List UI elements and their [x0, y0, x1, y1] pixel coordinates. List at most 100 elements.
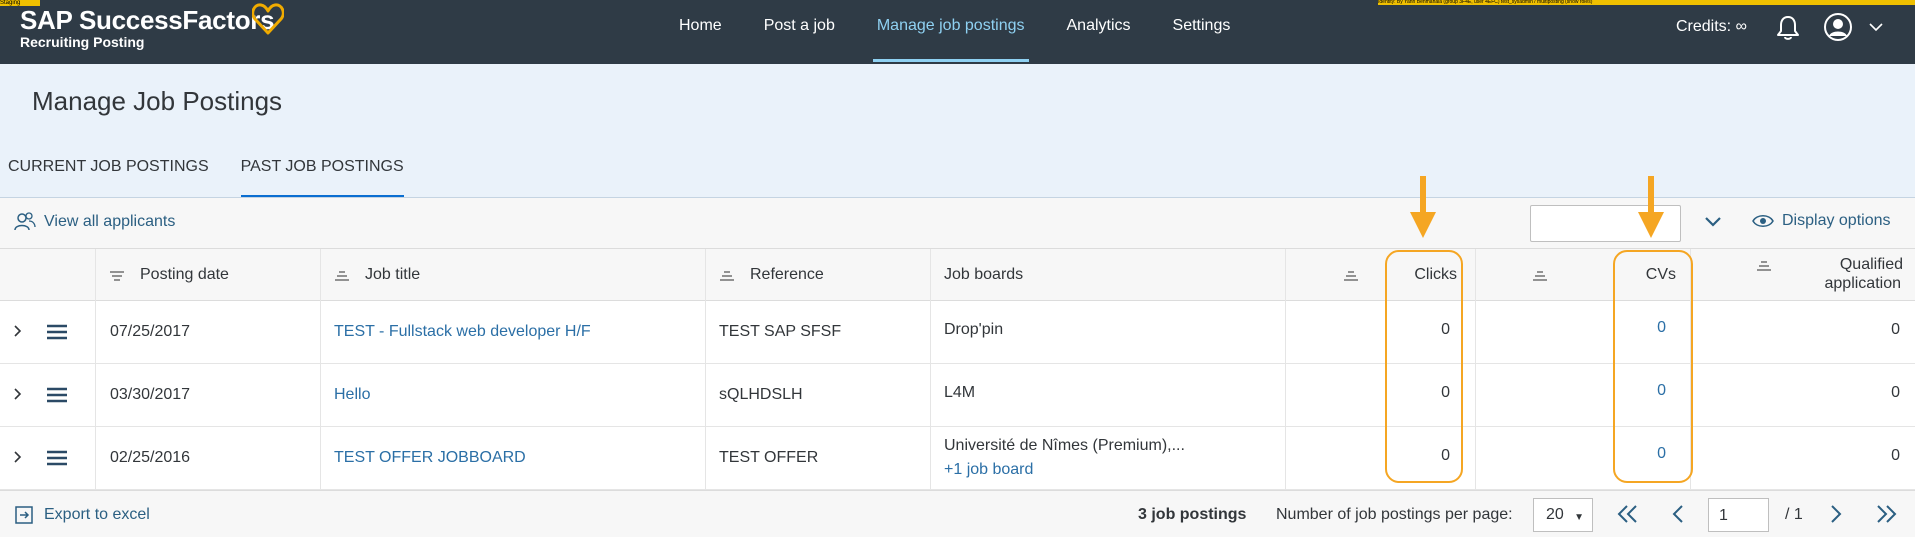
- job-boards-value: Drop'pin: [944, 321, 1004, 338]
- nav-analytics[interactable]: Analytics: [1046, 0, 1152, 64]
- row-actions: [0, 427, 95, 490]
- header-job-title[interactable]: Job title: [320, 249, 705, 301]
- credits-indicator: Credits: ∞: [1676, 18, 1747, 35]
- expand-filters-chevron-icon[interactable]: [1703, 212, 1723, 232]
- header-label: Reference: [750, 266, 824, 283]
- export-to-excel-link[interactable]: Export to excel: [14, 505, 150, 525]
- posting-date-cell: 07/25/2017: [95, 301, 320, 364]
- first-page-icon[interactable]: [1616, 503, 1640, 525]
- postings-count: 3 job postings: [1138, 506, 1247, 523]
- cvs-cell: 0: [1475, 364, 1690, 427]
- header-qualified-application[interactable]: Qualified application: [1690, 249, 1915, 301]
- clicks-cell: 0: [1285, 364, 1475, 427]
- reference-value: sQLHDSLH: [719, 386, 803, 403]
- job-title-link[interactable]: TEST - Fullstack web developer H/F: [334, 323, 591, 341]
- header-cvs[interactable]: CVs: [1475, 249, 1690, 301]
- header-label: Posting date: [140, 266, 229, 283]
- tab-current-job-postings[interactable]: CURRENT JOB POSTINGS: [0, 144, 217, 198]
- view-all-applicants-label: View all applicants: [44, 213, 176, 230]
- header-job-boards[interactable]: Job boards: [930, 249, 1285, 301]
- debug-identity-bar: Identity: By Yann Benmahala (group 3F4E,…: [1378, 0, 1915, 5]
- job-title-cell: TEST OFFER JOBBOARD: [320, 427, 705, 490]
- people-icon: [14, 212, 36, 231]
- header-posting-date[interactable]: Posting date: [95, 249, 320, 301]
- job-boards-value: Université de Nîmes (Premium),...: [944, 437, 1185, 454]
- reference-value: TEST SAP SFSF: [719, 323, 842, 340]
- job-title-cell: Hello: [320, 364, 705, 427]
- chevron-right-icon[interactable]: [12, 323, 24, 339]
- view-all-applicants-link[interactable]: View all applicants: [14, 212, 175, 232]
- nav-home[interactable]: Home: [658, 0, 743, 64]
- page-number-input[interactable]: 1: [1708, 498, 1769, 532]
- job-boards-cell: Université de Nîmes (Premium),... +1 job…: [930, 427, 1285, 490]
- chevron-down-icon[interactable]: [1868, 22, 1884, 32]
- sort-icon: [110, 271, 124, 281]
- header-reference[interactable]: Reference: [705, 249, 930, 301]
- header-label: Clicks: [1414, 266, 1457, 283]
- page-total: / 1: [1785, 506, 1803, 523]
- qualified-cell: 0: [1690, 364, 1915, 427]
- row-actions: [0, 301, 95, 364]
- header-clicks[interactable]: Clicks: [1285, 249, 1475, 301]
- caret-down-icon: ▼: [1574, 512, 1584, 523]
- header-label: CVs: [1645, 266, 1676, 283]
- more-job-boards-link[interactable]: +1 job board: [944, 461, 1033, 479]
- menu-icon[interactable]: [47, 387, 67, 403]
- header-label: Job title: [365, 266, 421, 283]
- nav-manage-job-postings[interactable]: Manage job postings: [856, 0, 1046, 64]
- table-row[interactable]: 07/25/2017 TEST - Fullstack web develope…: [0, 301, 1915, 364]
- job-boards-cell: Drop'pin: [930, 301, 1285, 364]
- reference-cell: TEST SAP SFSF: [705, 301, 930, 364]
- bell-icon[interactable]: [1775, 14, 1801, 42]
- chevron-right-icon[interactable]: [12, 386, 24, 402]
- cvs-cell: 0: [1475, 301, 1690, 364]
- cvs-link[interactable]: 0: [1657, 319, 1666, 337]
- clicks-value: 0: [1441, 321, 1450, 338]
- table-row[interactable]: 02/25/2016 TEST OFFER JOBBOARD TEST OFFE…: [0, 427, 1915, 490]
- table-footer: Export to excel 3 job postings Number of…: [0, 490, 1915, 537]
- table-header: Posting date Job title Reference Job boa…: [0, 248, 1915, 301]
- tab-past-job-postings[interactable]: PAST JOB POSTINGS: [233, 144, 412, 198]
- per-page-label: Number of job postings per page:: [1276, 506, 1513, 523]
- header-label: Qualified: [1839, 256, 1903, 273]
- clicks-value: 0: [1441, 384, 1450, 401]
- job-title-cell: TEST - Fullstack web developer H/F: [320, 301, 705, 364]
- cvs-link[interactable]: 0: [1657, 445, 1666, 463]
- reference-cell: TEST OFFER: [705, 427, 930, 490]
- header-label: Job boards: [944, 266, 1024, 283]
- last-page-icon[interactable]: [1874, 503, 1898, 525]
- menu-icon[interactable]: [47, 450, 67, 466]
- brand-subtitle: Recruiting Posting: [20, 34, 145, 50]
- job-title-link[interactable]: TEST OFFER JOBBOARD: [334, 449, 526, 467]
- job-boards-value: L4M: [944, 384, 976, 401]
- export-label: Export to excel: [44, 506, 150, 523]
- nav-post-a-job[interactable]: Post a job: [743, 0, 856, 64]
- brand-name: SAP SuccessFactors: [20, 5, 275, 35]
- per-page-select[interactable]: 20 ▼: [1533, 498, 1593, 532]
- header-actions: [0, 249, 95, 301]
- tab-bar: CURRENT JOB POSTINGS PAST JOB POSTINGS: [0, 144, 428, 198]
- qualified-value: 0: [1891, 321, 1900, 338]
- eye-icon: [1752, 215, 1774, 227]
- display-options-label: Display options: [1782, 212, 1891, 229]
- brand-logo[interactable]: SAP SuccessFactors Recruiting Posting: [20, 5, 275, 50]
- posting-date: 03/30/2017: [110, 386, 191, 403]
- chevron-right-icon[interactable]: [12, 449, 24, 465]
- table-row[interactable]: 03/30/2017 Hello sQLHDSLH L4M 0 0 0: [0, 364, 1915, 427]
- top-navigation-bar: Staging Identity: By Yann Benmahala (gro…: [0, 0, 1915, 64]
- search-input[interactable]: [1530, 205, 1681, 242]
- display-options-button[interactable]: Display options: [1752, 212, 1891, 230]
- previous-page-icon[interactable]: [1670, 503, 1686, 525]
- job-boards-cell: L4M: [930, 364, 1285, 427]
- header-label: application: [1824, 275, 1902, 292]
- job-title-link[interactable]: Hello: [334, 386, 370, 404]
- sort-icon: [1533, 271, 1547, 281]
- cvs-link[interactable]: 0: [1657, 382, 1666, 400]
- qualified-value: 0: [1891, 384, 1900, 401]
- next-page-icon[interactable]: [1828, 503, 1844, 525]
- qualified-cell: 0: [1690, 301, 1915, 364]
- menu-icon[interactable]: [47, 324, 67, 340]
- posting-date: 02/25/2016: [110, 449, 191, 466]
- nav-settings[interactable]: Settings: [1152, 0, 1252, 64]
- user-avatar-icon[interactable]: [1823, 12, 1853, 42]
